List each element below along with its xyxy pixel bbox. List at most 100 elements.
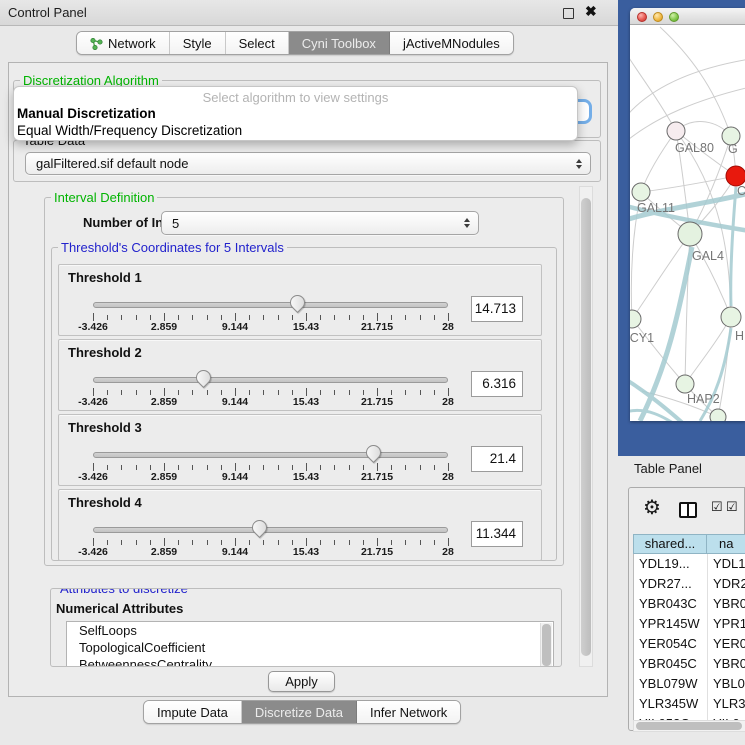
slider-tick	[178, 540, 179, 545]
float-window-icon[interactable]	[563, 8, 574, 19]
slider-scale-label: 9.144	[210, 546, 260, 558]
mac-close-light[interactable]	[637, 12, 647, 22]
checkbox-icon[interactable]: ☑	[711, 499, 723, 515]
slider-tick	[207, 315, 208, 320]
table-row[interactable]: YPR145WYPR1	[634, 614, 745, 634]
dropdown-option-manual-discretization[interactable]: Manual Discretization	[17, 106, 156, 121]
attribute-item-betweennesscentrality[interactable]: BetweennessCentrality	[67, 656, 553, 667]
network-window: GAL80 G C GAL11 GAL4 GCY1 H HAP2	[630, 8, 745, 421]
split-view-icon[interactable]	[679, 502, 697, 518]
slider-tick	[320, 540, 321, 545]
checkbox-icon[interactable]: ☑	[726, 499, 738, 515]
network-canvas[interactable]: GAL80 G C GAL11 GAL4 GCY1 H HAP2	[630, 25, 745, 421]
tab-style[interactable]: Style	[170, 32, 226, 54]
table-data-select[interactable]: galFiltered.sif default node	[25, 152, 591, 175]
table-rows: YDL19... YDL1YDR27...YDR2YBR043CYBR0YPR14…	[633, 554, 745, 720]
slider-tick	[391, 540, 392, 545]
slider-tick	[434, 465, 435, 470]
table-hscrollbar-track[interactable]	[633, 720, 745, 732]
node-partial-right[interactable]	[721, 307, 741, 327]
table-row[interactable]: YBR043CYBR0	[634, 594, 745, 614]
tab-label: Network	[108, 36, 156, 51]
node-gal11[interactable]	[632, 183, 650, 201]
tab-cyni-toolbox[interactable]: Cyni Toolbox	[289, 32, 390, 54]
settings-scrollbar-thumb[interactable]	[581, 198, 591, 656]
attribute-item-topologicalcoefficient[interactable]: TopologicalCoefficient	[67, 639, 553, 656]
gear-icon[interactable]: ⚙	[643, 497, 661, 519]
apply-button[interactable]: Apply	[268, 671, 335, 692]
slider-tick	[377, 388, 378, 396]
node-hap2[interactable]	[676, 375, 694, 393]
slider-tick	[93, 313, 94, 321]
column-separator	[707, 554, 708, 720]
dropdown-option-equal-width-frequency[interactable]: Equal Width/Frequency Discretization	[17, 123, 242, 138]
mac-minimize-light[interactable]	[653, 12, 663, 22]
slider-tick	[249, 540, 250, 545]
slider-tick	[221, 390, 222, 395]
table-row[interactable]: YER054CYER0	[634, 634, 745, 654]
slider-tick	[235, 388, 236, 396]
slider-tick	[306, 388, 307, 396]
threshold-2-value-field[interactable]: 6.316	[471, 371, 523, 397]
slider-scale-label: -3.426	[68, 546, 118, 558]
cell-name: YDL1	[713, 554, 745, 574]
slider-tick	[136, 315, 137, 320]
node-gal4[interactable]	[678, 222, 702, 246]
table-row[interactable]: YBR045CYBR0	[634, 654, 745, 674]
table-header-row: shared... na	[633, 534, 745, 554]
slider-scale-label: 15.43	[281, 471, 331, 483]
slider-tick	[420, 465, 421, 470]
slider-tick	[405, 315, 406, 320]
slider-tick	[178, 465, 179, 470]
tab-impute-data[interactable]: Impute Data	[144, 701, 242, 723]
slider-tick	[235, 463, 236, 471]
slider-tick	[420, 315, 421, 320]
node-bottom-partial[interactable]	[710, 409, 726, 421]
slider-scale-label: 15.43	[281, 321, 331, 333]
tab-network[interactable]: Network	[77, 32, 170, 54]
tab-select[interactable]: Select	[226, 32, 289, 54]
table-row[interactable]: YLR345WYLR3	[634, 694, 745, 714]
column-header-name[interactable]: na	[706, 534, 745, 554]
slider-scale-label: 2.859	[139, 396, 189, 408]
slider-tick	[334, 465, 335, 470]
table-hscrollbar-thumb[interactable]	[636, 722, 742, 730]
node-gal80[interactable]	[667, 122, 685, 140]
mac-zoom-light[interactable]	[669, 12, 679, 22]
node-red-selected[interactable]	[726, 166, 745, 186]
tab-discretize-data[interactable]: Discretize Data	[242, 701, 357, 723]
slider-tick	[334, 315, 335, 320]
attributes-group-title: Attributes to discretize	[57, 588, 191, 596]
threshold-1-value-field[interactable]: 14.713	[471, 296, 523, 322]
cell-shared-name: YBL079W	[639, 674, 698, 694]
slider-tick	[434, 315, 435, 320]
threshold-4-value-field[interactable]: 11.344	[471, 521, 523, 547]
column-header-shared-name[interactable]: shared...	[633, 534, 706, 554]
table-row[interactable]: YBL079WYBL0	[634, 674, 745, 694]
slider-tick	[448, 538, 449, 546]
tab-jactivemnodules[interactable]: jActiveMNodules	[390, 32, 513, 54]
slider-tick	[207, 390, 208, 395]
attribute-item-selfloops[interactable]: SelfLoops	[67, 622, 553, 639]
table-row[interactable]: YDR27...YDR2	[634, 574, 745, 594]
tab-infer-network[interactable]: Infer Network	[357, 701, 460, 723]
slider-tick	[363, 465, 364, 470]
slider-tick	[136, 540, 137, 545]
number-of-intervals-select[interactable]: 5	[161, 211, 479, 235]
close-icon[interactable]: ✖	[585, 3, 597, 20]
table-row[interactable]: YDL19... YDL1	[634, 554, 745, 574]
node-gcy1[interactable]	[630, 310, 641, 328]
numerical-attributes-list[interactable]: SelfLoopsTopologicalCoefficientBetweenne…	[66, 621, 554, 667]
slider-tick	[363, 540, 364, 545]
slider-tick	[391, 315, 392, 320]
slider-scale-label: 28	[423, 321, 473, 333]
slider-tick	[292, 390, 293, 395]
slider-tick	[292, 465, 293, 470]
attributes-group: Attributes to discretize Numerical Attri…	[50, 588, 562, 667]
slider-tick	[320, 465, 321, 470]
combo-stepper-icon	[576, 159, 582, 169]
attributes-list-scrollbar-thumb[interactable]	[542, 624, 551, 666]
threshold-3-value-field[interactable]: 21.4	[471, 446, 523, 472]
attributes-list-scrollbar[interactable]	[540, 623, 552, 667]
cell-shared-name: YDL19...	[639, 554, 690, 574]
